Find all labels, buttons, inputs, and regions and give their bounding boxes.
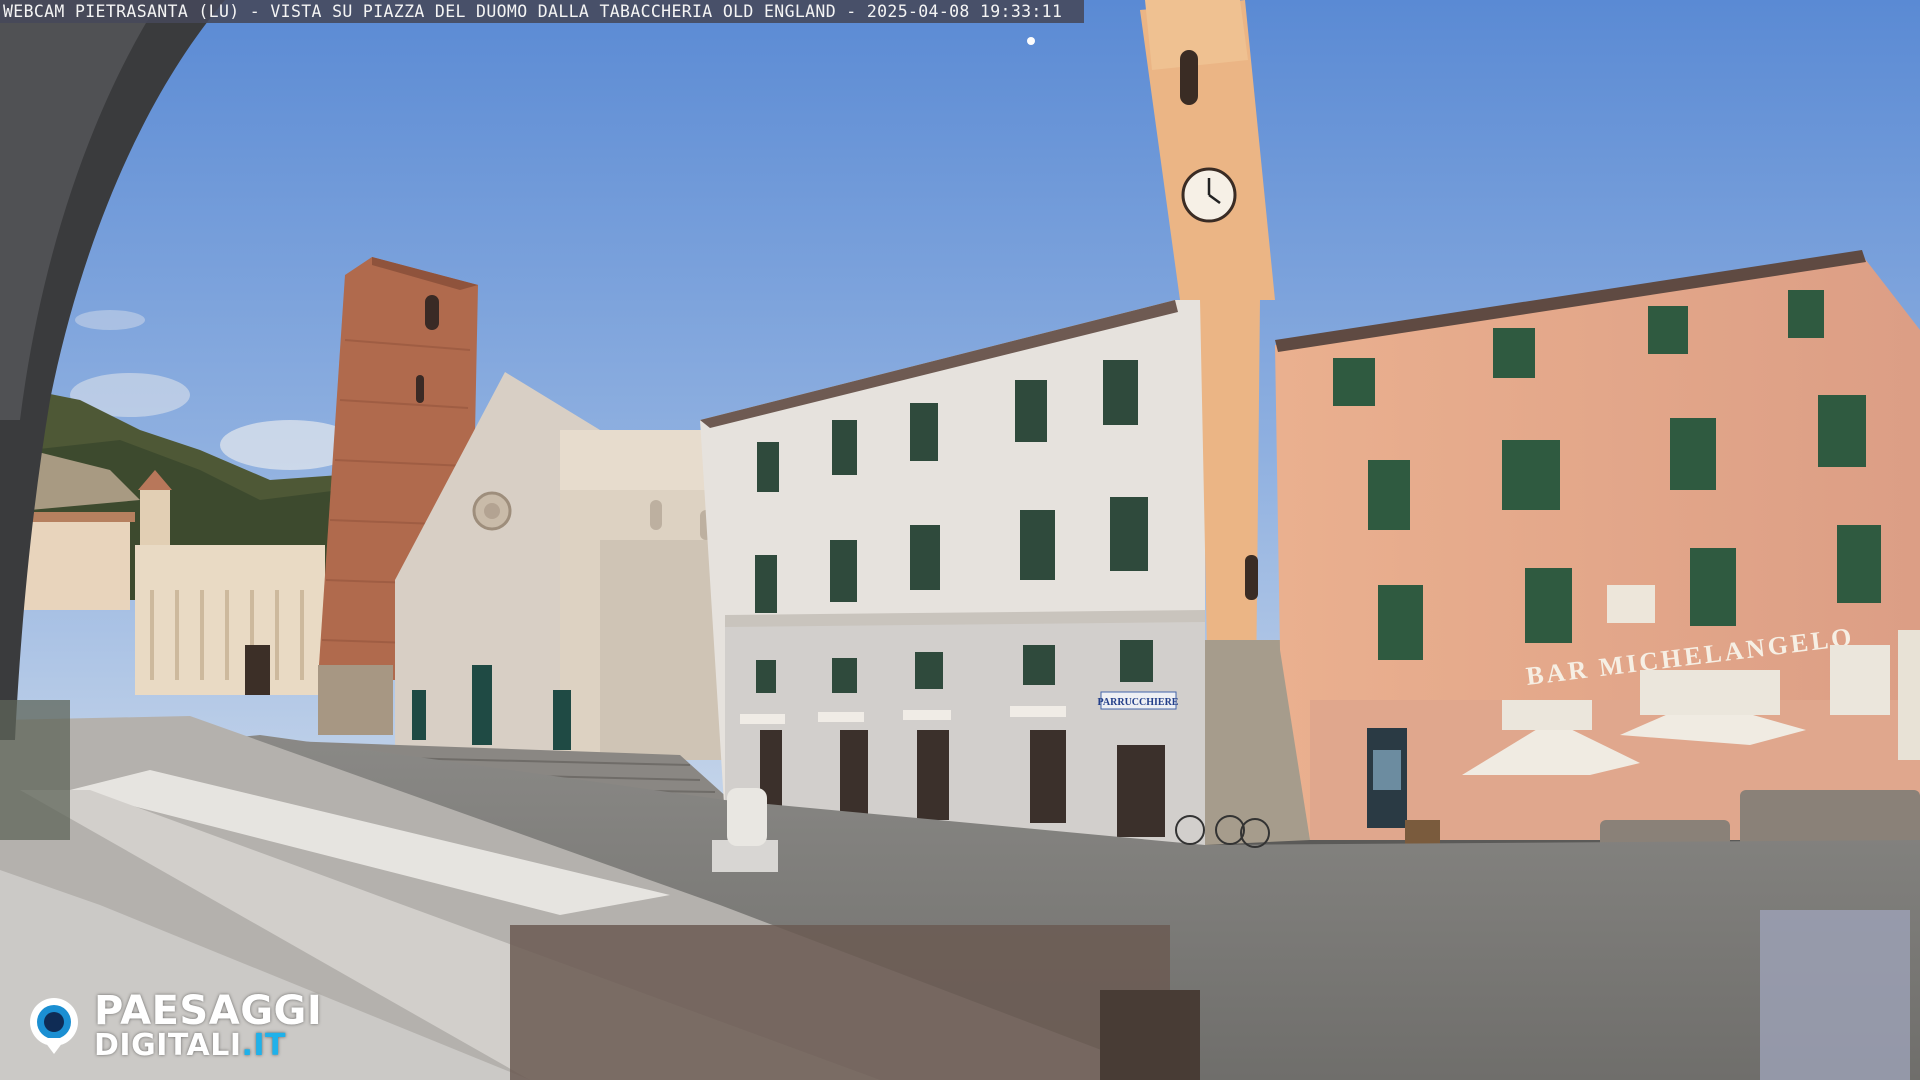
left-building (20, 520, 130, 610)
palm-leaf (0, 700, 70, 840)
logo-text-digitali: DIGITALI.IT (94, 1028, 286, 1063)
cloud (75, 310, 145, 330)
umbrella-pole (1898, 630, 1920, 760)
plaque (1607, 585, 1655, 623)
hairdresser-sign-text: PARRUCCHIERE (1098, 697, 1179, 708)
cathedral-door (472, 665, 492, 745)
blurred-object (1760, 910, 1910, 1080)
camera-lens-icon (30, 998, 78, 1054)
logo-text-tld: .IT (241, 1028, 287, 1063)
paesaggi-digitali-logo: PAESAGGI DIGITALI.IT (26, 988, 346, 1063)
blurred-sign (510, 925, 1170, 1080)
webcam-caption: WEBCAM PIETRASANTA (LU) - VISTA SU PIAZZ… (0, 0, 1085, 23)
church-facade (135, 545, 325, 695)
webcam-scene: PARRUCCHIERE BAR MICHELANGELO (0, 0, 1920, 1080)
moon (1027, 37, 1035, 45)
logo-text-digitali-main: DIGITALI (94, 1028, 242, 1063)
statue (727, 788, 767, 846)
